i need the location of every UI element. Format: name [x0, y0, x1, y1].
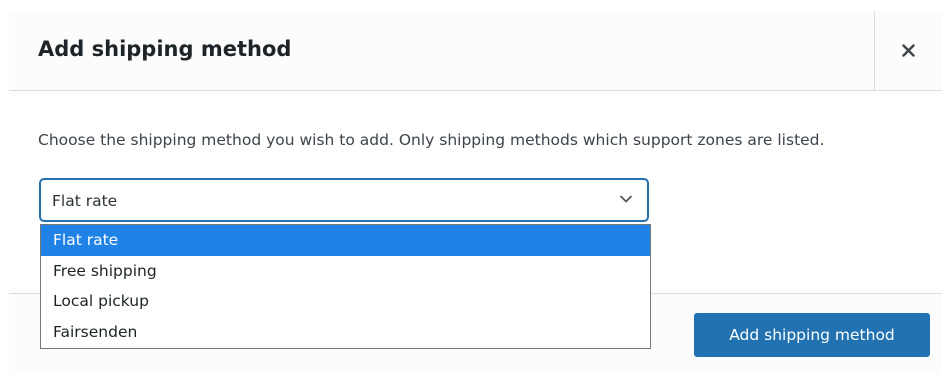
dialog-description: Choose the shipping method you wish to a… — [38, 131, 825, 149]
dialog-title: Add shipping method — [38, 37, 292, 61]
dropdown-option[interactable]: Local pickup — [41, 286, 650, 317]
shipping-method-select[interactable]: Flat rate — [40, 179, 648, 221]
shipping-method-options: Flat rate Free shipping Local pickup Fairse… — [40, 224, 651, 349]
select-value: Flat rate — [52, 192, 118, 210]
add-shipping-method-button[interactable]: Add shipping method — [694, 313, 930, 357]
close-button[interactable] — [874, 11, 942, 90]
dialog-header: Add shipping method — [9, 11, 942, 91]
dropdown-option[interactable]: Free shipping — [41, 256, 650, 287]
close-icon — [902, 44, 915, 57]
dropdown-option[interactable]: Flat rate — [41, 225, 650, 256]
dropdown-option[interactable]: Fairsenden — [41, 317, 650, 348]
chevron-down-icon — [619, 195, 633, 203]
